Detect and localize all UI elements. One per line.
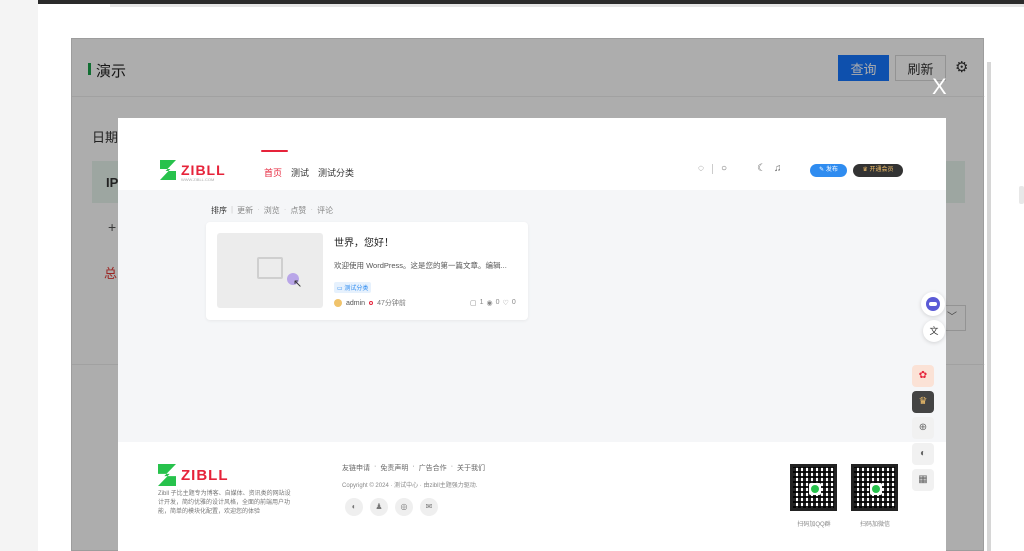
wechat-icon[interactable]: ◐ — [345, 498, 363, 516]
mail-icon[interactable]: ✉ — [420, 498, 438, 516]
bulb-icon[interactable]: ◌ — [698, 163, 704, 174]
like-count: 0 — [511, 299, 516, 306]
sort-bar: 排序 | 更新 · 浏览 · 点赞 · 评论 — [211, 205, 333, 216]
footer-logo-text: ZIBLL — [181, 466, 229, 484]
sort-tab-views[interactable]: 浏览 — [264, 205, 280, 216]
nav-item-home[interactable]: 首页 — [260, 150, 289, 179]
post-category-tag[interactable]: ▭ 测试分类 — [334, 282, 372, 293]
sort-tab-likes[interactable]: 点赞 — [290, 205, 306, 216]
post-excerpt: 欢迎使用 WordPress。这是您的第一篇文章。编辑... — [334, 261, 507, 270]
qrcode-icon[interactable]: ▦ — [912, 469, 934, 491]
post-card[interactable]: ↖ 世界，您好！ 欢迎使用 WordPress。这是您的第一篇文章。编辑... … — [206, 222, 528, 320]
footer-social: ◐ ♟ ◎ ✉ — [345, 498, 438, 516]
weibo-icon[interactable]: ◎ — [395, 498, 413, 516]
translate-icon[interactable]: 文 — [923, 320, 945, 342]
logo-mark-icon — [160, 160, 176, 180]
floating-toolbar: ✿ ♛ ⊕ ◐ ▦ — [912, 365, 934, 491]
logo-text: ZIBLL — [181, 162, 226, 178]
nav-item-test[interactable]: 测试 — [291, 166, 309, 179]
sort-tab-comments[interactable]: 评论 — [317, 205, 333, 216]
vip-label: 开通会员 — [869, 167, 894, 173]
qr-center-icon — [809, 483, 821, 495]
footer-separator: · — [450, 463, 454, 470]
site-footer: ZIBLL Zibll 子比主题专为博客、自媒体、资讯类的网站设计开发，简约优雅… — [118, 442, 946, 551]
gift-icon[interactable]: ✿ — [912, 365, 934, 387]
publish-button[interactable]: ✎ 发布 — [810, 164, 847, 177]
qq-qr-label: 扫码加QQ群 — [797, 522, 831, 528]
sort-separator: · — [310, 205, 314, 214]
qq-group-qr — [790, 464, 837, 511]
time-dot-icon — [369, 301, 374, 305]
site-header: ZIBLL WWW.ZIBLL.COM 首页 测试 测试分类 ◌ ○ ☾ ♫ ✎… — [118, 150, 946, 190]
sort-separator: · — [257, 205, 260, 214]
footer-separator: · — [374, 463, 377, 470]
qq-icon[interactable]: ♟ — [370, 498, 388, 516]
site-logo[interactable]: ZIBLL WWW.ZIBLL.COM — [160, 160, 226, 182]
post-title[interactable]: 世界，您好！ — [334, 234, 394, 249]
footer-link-disclaimer[interactable]: 免责声明 — [380, 463, 408, 473]
logo-subtext: WWW.ZIBLL.COM — [181, 177, 215, 182]
view-count: 0 — [495, 299, 500, 306]
footer-link-friend[interactable]: 友链申请 — [342, 463, 370, 473]
comment-icon: ▢ — [470, 300, 477, 307]
footer-separator: · — [412, 463, 415, 470]
preview-modal: ZIBLL WWW.ZIBLL.COM 首页 测试 测试分类 ◌ ○ ☾ ♫ ✎… — [118, 118, 946, 551]
scrollbar[interactable] — [987, 62, 991, 551]
avatar[interactable] — [334, 299, 342, 307]
crown-icon[interactable]: ♛ — [912, 391, 934, 413]
top-bar-sub — [110, 4, 1024, 7]
footer-links: 友链申请 · 免责声明 · 广告合作 · 关于我们 — [342, 463, 485, 473]
bell-icon[interactable]: ♫ — [774, 163, 782, 174]
wechat-float-icon[interactable]: ◐ — [912, 443, 934, 465]
post-tag-label: 测试分类 — [344, 286, 369, 292]
nav-item-test-category[interactable]: 测试分类 — [318, 166, 354, 179]
footer-description: Zibll 子比主题专为博客、自媒体、资讯类的网站设计开发，简约优雅的设计风格，… — [158, 491, 291, 515]
like-icon: ♡ — [502, 300, 509, 307]
post-time: 47分钟前 — [377, 300, 406, 307]
image-placeholder-icon — [257, 257, 283, 279]
logo-mark-icon — [158, 464, 176, 486]
view-icon: ◉ — [486, 300, 493, 307]
comment-count: 1 — [479, 299, 484, 306]
left-strip — [0, 0, 38, 551]
moon-icon[interactable]: ☾ — [757, 163, 766, 174]
cursor-arrow-icon: ↖ — [293, 278, 303, 290]
qr-center-icon — [870, 483, 882, 495]
post-author[interactable]: admin — [346, 300, 365, 307]
header-icons: ◌ ○ ☾ ♫ — [698, 163, 781, 174]
sort-tab-updated[interactable]: 更新 — [237, 205, 253, 216]
edge-handle[interactable] — [1019, 186, 1024, 204]
post-thumbnail[interactable]: ↖ — [217, 233, 323, 308]
footer-logo[interactable]: ZIBLL — [158, 464, 229, 486]
wechat-qr-label: 扫码加微信 — [859, 522, 890, 528]
add-icon[interactable]: ⊕ — [912, 417, 934, 439]
footer-link-about[interactable]: 关于我们 — [457, 463, 485, 473]
sort-separator: · — [283, 205, 287, 214]
post-meta: admin 47分钟前 — [334, 298, 406, 308]
vip-button[interactable]: ♛ 开通会员 — [853, 164, 903, 177]
chat-face-icon — [926, 297, 940, 311]
wechat-qr — [851, 464, 898, 511]
footer-copyright: Copyright © 2024 · 测试中心 · 由zibll主题强力驱动. — [342, 483, 478, 489]
search-icon[interactable]: ○ — [721, 163, 727, 174]
post-stats: ▢ 1 ◉ 0 ♡ 0 — [470, 299, 516, 307]
site-nav: 首页 测试 测试分类 — [260, 150, 354, 179]
header-divider — [711, 163, 713, 174]
footer-link-ads[interactable]: 广告合作 — [419, 463, 447, 473]
close-icon[interactable]: X — [932, 76, 947, 98]
sort-tab-order[interactable]: 排序 — [211, 205, 227, 216]
chat-widget-icon[interactable] — [921, 292, 945, 316]
publish-label: 发布 — [825, 167, 838, 173]
sort-separator: | — [231, 205, 234, 214]
